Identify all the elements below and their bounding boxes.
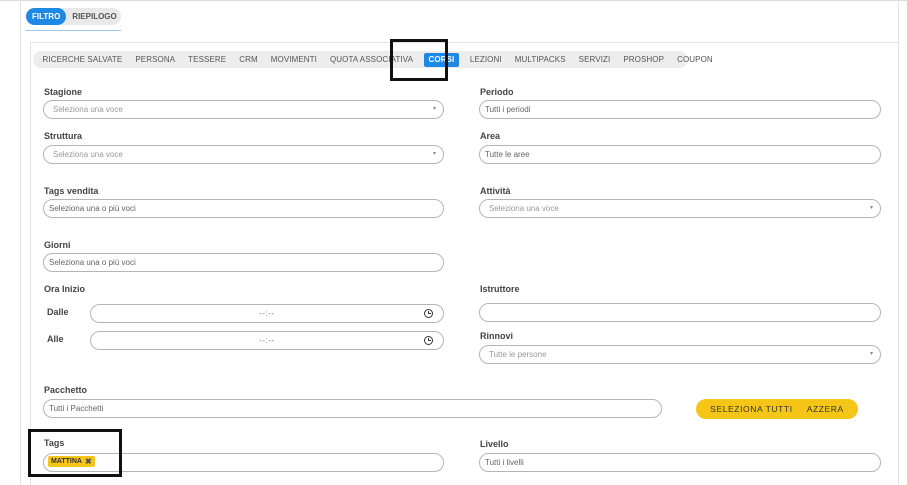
dalle-time-input[interactable]: --:-- [90, 304, 444, 323]
alle-time-value: --:-- [259, 336, 275, 345]
stagione-label: Stagione [44, 87, 83, 97]
dalle-label: Dalle [47, 307, 69, 317]
periodo-label: Periodo [480, 87, 514, 97]
giorni-field[interactable]: Seleziona una o più voci [43, 253, 444, 272]
highlight-box-tags [28, 429, 122, 477]
chevron-down-icon: ▾ [869, 351, 873, 357]
sub-tabs: RICERCHE SALVATE PERSONA TESSERE CRM MOV… [33, 51, 713, 68]
tab-filtro[interactable]: FILTRO [26, 8, 67, 25]
stagione-select[interactable]: Seleziona una voce ▾ [43, 100, 444, 119]
main-tabs-underline [26, 30, 121, 31]
clock-icon[interactable] [424, 336, 433, 345]
pacchetto-label: Pacchetto [44, 385, 88, 395]
tags-vendita-label: Tags vendita [44, 186, 99, 196]
select-all-button[interactable]: SELEZIONA TUTTI [710, 404, 793, 414]
alle-label: Alle [47, 334, 64, 344]
tab-tessere[interactable]: TESSERE [182, 51, 233, 68]
rinnovi-label: Rinnovi [480, 331, 513, 341]
istruttore-field[interactable] [479, 303, 881, 322]
tab-persona[interactable]: PERSONA [129, 51, 182, 68]
top-border [0, 0, 907, 1]
tab-proshop[interactable]: PROSHOP [617, 51, 671, 68]
livello-field[interactable]: Tutti i livelli [479, 453, 881, 472]
attivita-select[interactable]: Seleziona una voce ▾ [479, 199, 881, 218]
tab-multipacks[interactable]: MULTIPACKS [508, 51, 572, 68]
tab-servizi[interactable]: SERVIZI [572, 51, 617, 68]
pacchetto-field[interactable]: Tutti i Pacchetti [43, 399, 662, 418]
periodo-field[interactable]: Tutti i periodi [479, 100, 881, 119]
attivita-placeholder: Seleziona una voce [489, 204, 559, 213]
tab-ricerche-salvate[interactable]: RICERCHE SALVATE [36, 51, 129, 68]
chevron-down-icon: ▾ [432, 106, 436, 112]
struttura-placeholder: Seleziona una voce [53, 150, 123, 159]
tab-coupon[interactable]: COUPON [671, 51, 720, 68]
ora-inizio-label: Ora Inizio [44, 284, 86, 294]
highlight-box-corsi [390, 39, 448, 81]
tab-riepilogo[interactable]: RIEPILOGO [66, 8, 122, 25]
chevron-down-icon: ▾ [432, 151, 436, 157]
chevron-down-icon: ▾ [869, 205, 873, 211]
attivita-label: Attività [480, 186, 511, 196]
main-tabs: FILTRO RIEPILOGO [26, 8, 121, 25]
istruttore-label: Istruttore [480, 284, 520, 294]
dalle-time-value: --:-- [259, 309, 275, 318]
clock-icon[interactable] [424, 309, 433, 318]
rinnovi-placeholder: Tutte le persone [489, 350, 547, 359]
tab-lezioni[interactable]: LEZIONI [463, 51, 508, 68]
livello-label: Livello [480, 439, 509, 449]
rinnovi-select[interactable]: Tutte le persone ▾ [479, 345, 881, 364]
alle-time-input[interactable]: --:-- [90, 331, 444, 350]
tags-vendita-field[interactable]: Seleziona una o più voci [43, 199, 444, 218]
area-label: Area [480, 131, 501, 141]
tab-movimenti[interactable]: MOVIMENTI [264, 51, 323, 68]
outer-border-left [20, 0, 21, 485]
giorni-label: Giorni [44, 240, 71, 250]
struttura-label: Struttura [44, 131, 82, 141]
action-buttons: SELEZIONA TUTTI AZZERA [696, 399, 858, 419]
stagione-placeholder: Seleziona una voce [53, 105, 123, 114]
reset-button[interactable]: AZZERA [807, 404, 844, 414]
area-field[interactable]: Tutte le aree [479, 145, 881, 164]
tab-crm[interactable]: CRM [233, 51, 265, 68]
struttura-select[interactable]: Seleziona una voce ▾ [43, 145, 444, 164]
